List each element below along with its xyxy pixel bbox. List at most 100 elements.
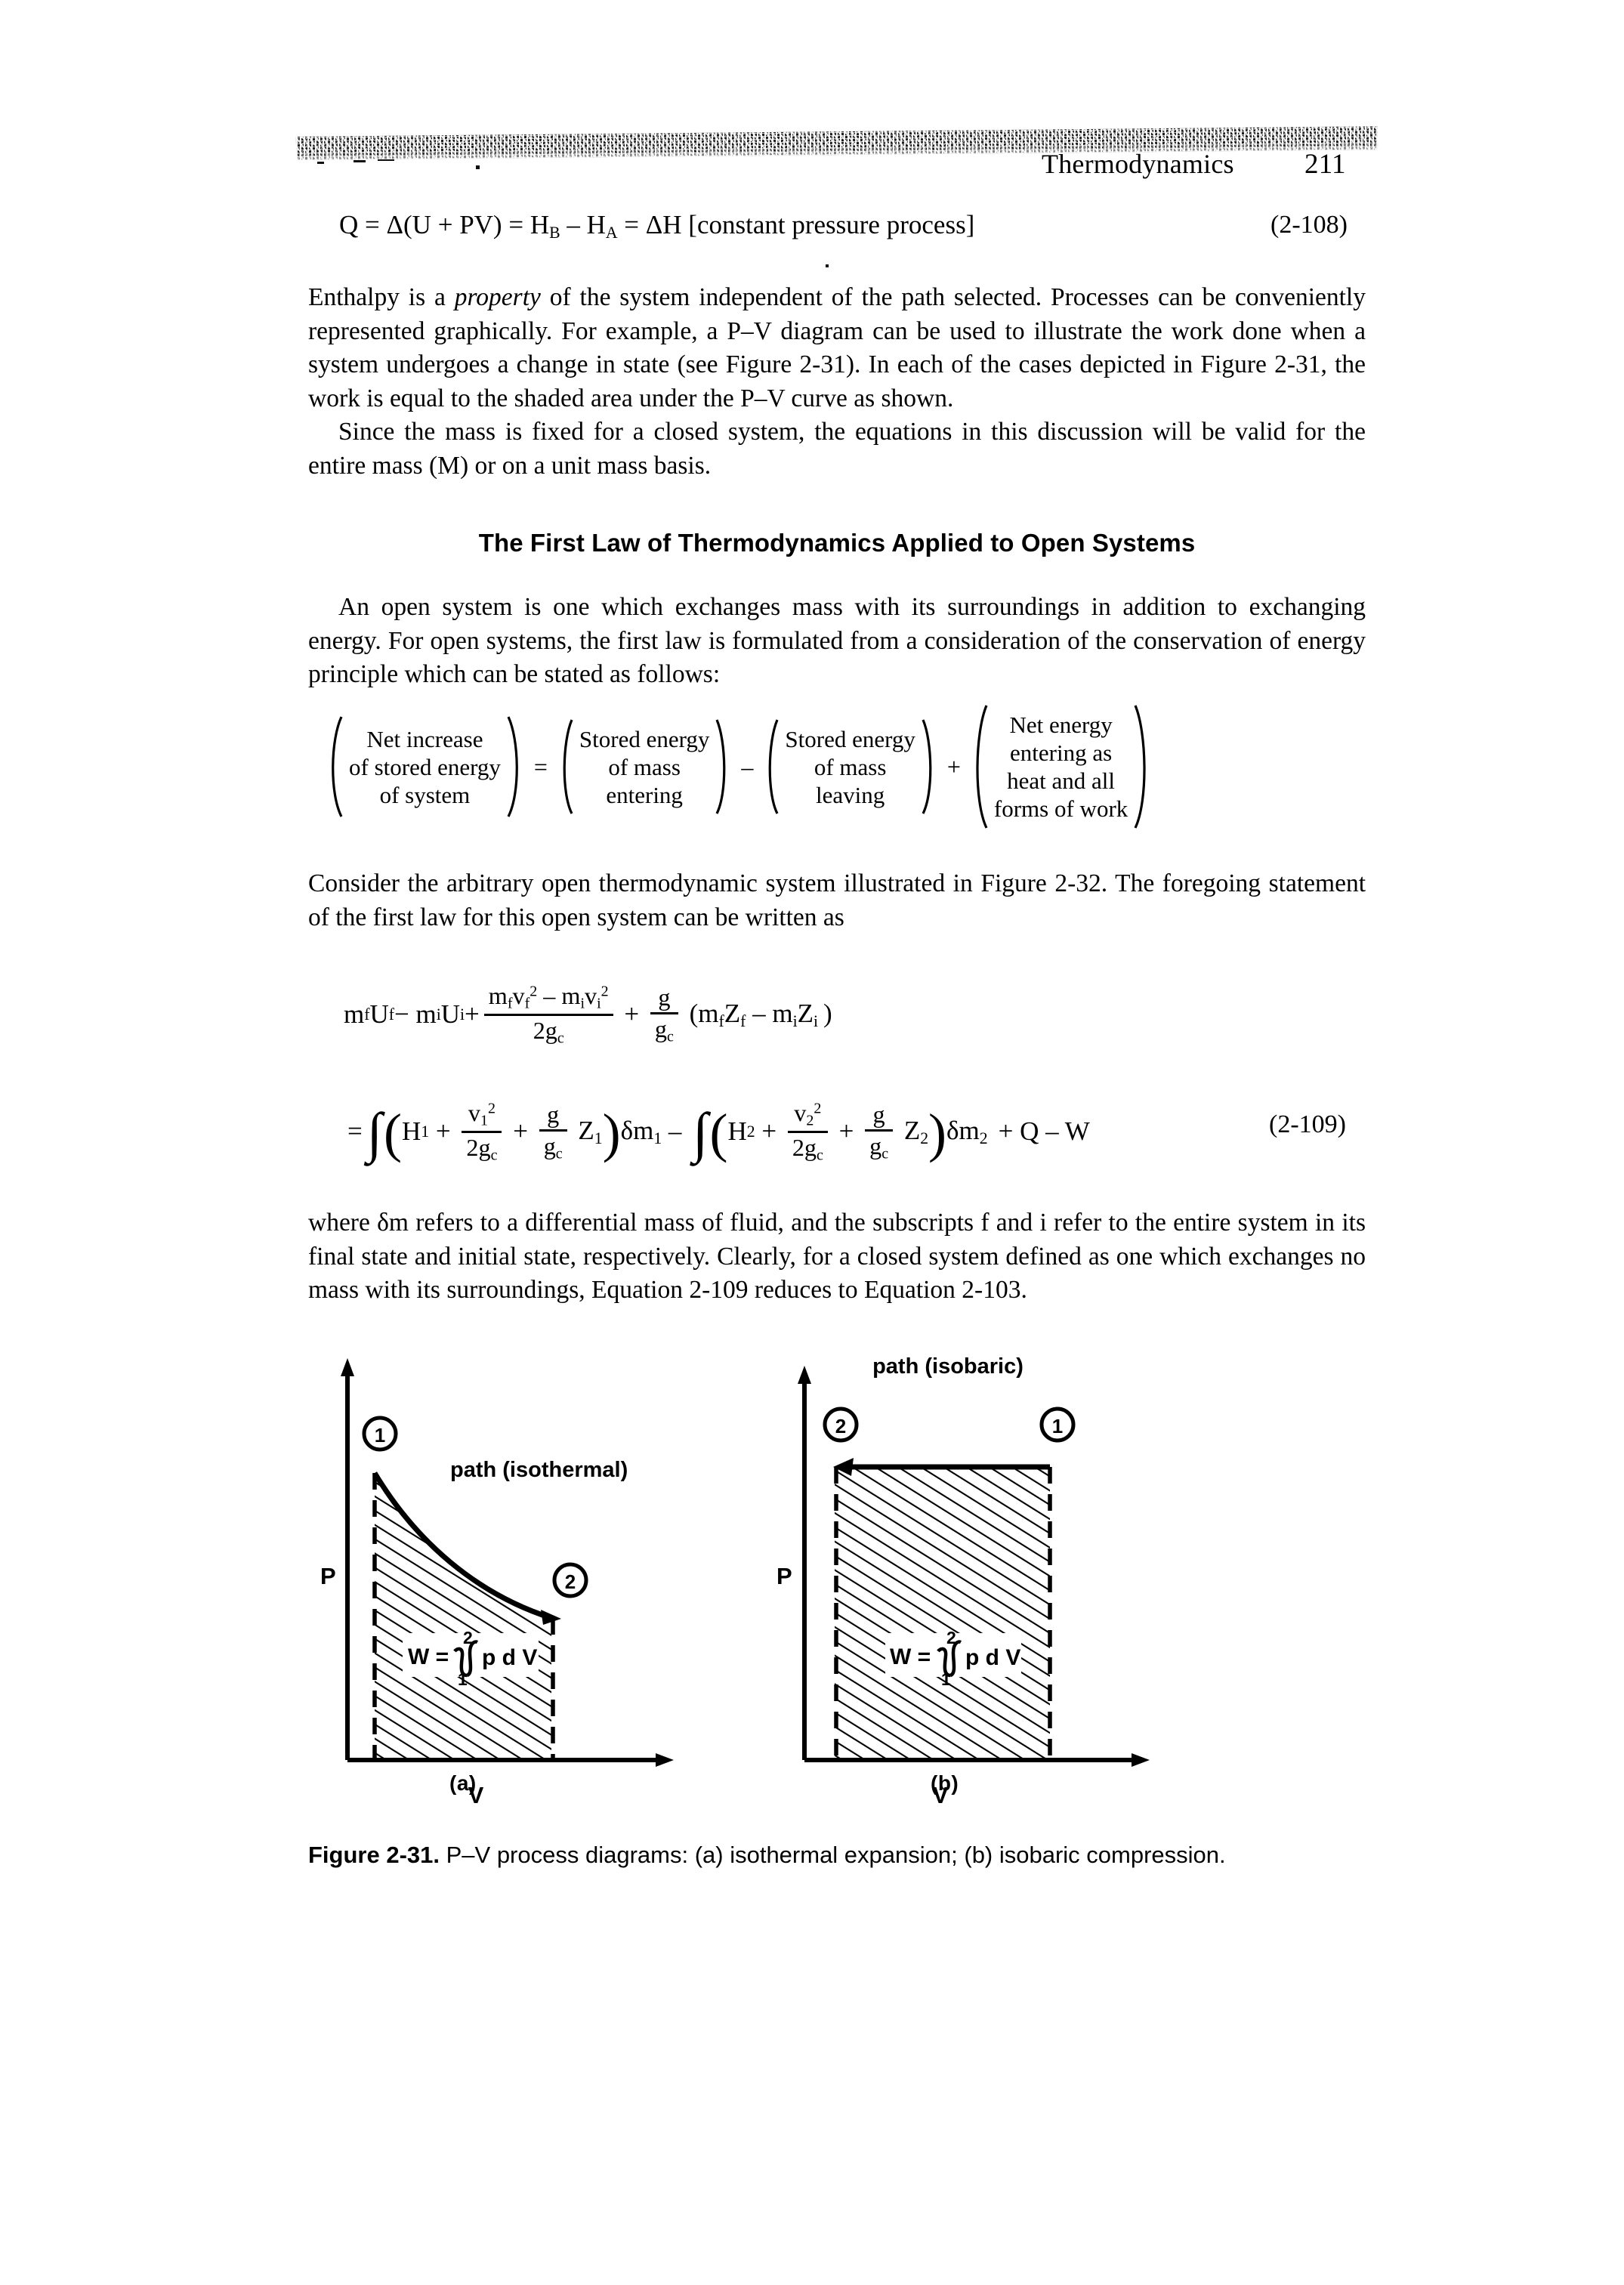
paren-left-icon: [557, 717, 575, 817]
eq109-plus-2: +: [617, 999, 646, 1030]
eq109-gravity-fraction: g gc: [650, 983, 678, 1046]
word-equation-group-3-text: Net energy entering as heat and all form…: [990, 711, 1132, 823]
eq109-gravity-denominator: gc: [654, 1014, 674, 1045]
panel-b-y-axis-arrow: [798, 1366, 811, 1384]
word-equation-line: Net energy: [1009, 712, 1113, 738]
word-equation-line: Stored energy: [579, 725, 710, 752]
eq109-g2-denominator: gc: [869, 1132, 889, 1163]
word-equation-operator-equals: =: [533, 752, 548, 780]
section-heading: The First Law of Thermodynamics Applied …: [478, 529, 1196, 557]
word-equation-line: Stored energy: [785, 725, 915, 752]
integral-icon: ∫: [366, 1101, 383, 1164]
eq109-minus: –: [662, 1116, 689, 1147]
panel-b-integrand: p d V: [965, 1645, 1020, 1670]
equation-2-108-tail: = ΔH [constant pressure process]: [617, 210, 975, 239]
panel-b-integral-lower: 1: [941, 1669, 951, 1689]
paren-left-icon: [325, 714, 344, 820]
eq109-H1: H: [402, 1116, 421, 1147]
eq109-g2-numerator: g: [872, 1100, 885, 1128]
body-paragraph-2: Since the mass is fixed for a closed sys…: [308, 418, 1366, 480]
eq109-v2-denominator: 2gc: [792, 1133, 823, 1164]
figure-caption: Figure 2-31. P–V process diagrams: (a) i…: [308, 1839, 1358, 1872]
word-equation-group-2: Stored energy of mass leaving: [762, 717, 937, 817]
integral-icon: ∫: [693, 1101, 709, 1164]
body-paragraph-group-3: Consider the arbitrary open thermodynami…: [308, 867, 1366, 934]
eq109-dm1: δm1: [620, 1115, 662, 1147]
eq109-sub: f: [364, 1005, 370, 1024]
eq109-sub: 2: [746, 1122, 755, 1141]
eq109-plus: +: [832, 1116, 861, 1147]
eq109-v2-numerator: v22: [794, 1099, 822, 1129]
eq109-g1-numerator: g: [547, 1100, 560, 1128]
panel-b-integral-upper: 2: [946, 1628, 956, 1647]
panel-a-integral-upper: 2: [463, 1628, 473, 1647]
eq109-U: U: [369, 999, 389, 1030]
eq109-minus-m: − m: [394, 999, 437, 1030]
para1-italic-property: property: [454, 283, 541, 311]
figure-caption-text: P–V process diagrams: (a) isothermal exp…: [440, 1842, 1226, 1868]
eq109-U2: U: [440, 999, 461, 1030]
eq109-g1-denominator: gc: [543, 1132, 563, 1163]
paren-left-icon: (: [384, 1103, 403, 1164]
eq109-Z2: Z2: [897, 1115, 929, 1147]
word-equation-line: heat and all: [1007, 767, 1116, 794]
body-paragraph-group-1: Enthalpy is a property of the system ind…: [308, 281, 1366, 483]
panel-a-integrand: p d V: [482, 1645, 537, 1670]
page-number: 211: [1304, 149, 1346, 180]
equation-2-109-line-1: mfUf − miUi + mfvf2 – mivi2 2gc + g gc (…: [344, 982, 832, 1047]
eq109-kinetic-numerator: mfvf2 – mivi2: [488, 982, 609, 1012]
body-paragraph-group-4: where δm refers to a differential mass o…: [308, 1206, 1366, 1308]
document-page: Thermodynamics 211 Q = Δ(U + PV) = HB – …: [0, 0, 1624, 2285]
para1-pre: Enthalpy is a: [308, 283, 455, 311]
word-equation-line: of stored energy: [349, 753, 501, 780]
eq109-H2: H: [727, 1116, 747, 1147]
figure-2-31: 1 2 path (isothermal) P V W = 2 1 p d V: [302, 1352, 1375, 1820]
eq109-sub: 1: [421, 1122, 430, 1141]
panel-a-path-label: path (isothermal): [450, 1458, 628, 1482]
paren-right-icon: [1132, 702, 1152, 831]
equation-2-108-number: (2-108): [1270, 211, 1348, 239]
eq109-plus: +: [506, 1116, 535, 1147]
word-equation-group-2-text: Stored energy of mass leaving: [780, 725, 919, 809]
body-paragraph-3: An open system is one which exchanges ma…: [308, 593, 1366, 688]
scan-speck: [476, 165, 480, 169]
word-equation-line: leaving: [816, 781, 885, 808]
body-paragraph-group-2: An open system is one which exchanges ma…: [308, 591, 1366, 692]
paren-right-icon: ): [928, 1103, 947, 1164]
paren-left-icon: [970, 702, 990, 831]
panel-b-y-axis-label: P: [776, 1563, 792, 1589]
word-equation-operator-plus: +: [946, 752, 961, 780]
equation-2-109-line-2: = ∫ ( H1 + v12 2gc + g gc Z1 ) δm1 – ∫ (…: [347, 1099, 1090, 1164]
panel-b-work-area-hatching: [835, 1467, 1050, 1762]
equation-2-108: Q = Δ(U + PV) = HB – HA = ΔH [constant p…: [339, 210, 974, 242]
word-equation-group-1: Stored energy of mass entering: [557, 717, 732, 817]
eq109-Z1: Z1: [571, 1115, 603, 1147]
body-paragraph-1: Enthalpy is a property of the system ind…: [308, 281, 1366, 415]
body-paragraph-5: where δm refers to a differential mass o…: [308, 1209, 1366, 1304]
panel-b-work-label: W =: [890, 1644, 931, 1669]
word-equation-line: forms of work: [993, 795, 1128, 822]
eq109-sub: f: [388, 1005, 394, 1024]
word-equation: Net increase of stored energy of system …: [325, 702, 1152, 831]
scan-speck: [826, 264, 829, 267]
word-equation-line: of mass: [814, 753, 887, 780]
equation-2-109-number: (2-109): [1269, 1110, 1346, 1138]
eq109-equals: =: [347, 1116, 363, 1147]
word-equation-group-1-text: Stored energy of mass entering: [575, 725, 714, 809]
eq109-plus: +: [465, 999, 480, 1030]
eq109-kinetic-fraction: mfvf2 – mivi2 2gc: [483, 982, 613, 1047]
figure-2-31-svg: 1 2 path (isothermal) P V W = 2 1 p d V: [320, 1354, 1150, 1808]
word-equation-line: of system: [379, 781, 471, 808]
equation-2-108-minus: – H: [560, 210, 606, 239]
paren-right-icon: [714, 717, 732, 817]
eq109-v1-denominator: 2gc: [466, 1133, 498, 1164]
scan-speck: [354, 160, 366, 162]
panel-b-x-axis-arrow: [1132, 1753, 1150, 1767]
equation-2-108-sub-a: A: [605, 224, 618, 242]
paren-left-icon: (: [709, 1103, 728, 1164]
panel-b-state-2-label: 2: [835, 1415, 846, 1437]
body-paragraph-4: Consider the arbitrary open thermodynami…: [308, 869, 1366, 931]
eq109-v1-fraction: v12 2gc: [462, 1099, 502, 1164]
eq109-m-f: m: [344, 999, 365, 1030]
paren-left-icon: [762, 717, 780, 817]
